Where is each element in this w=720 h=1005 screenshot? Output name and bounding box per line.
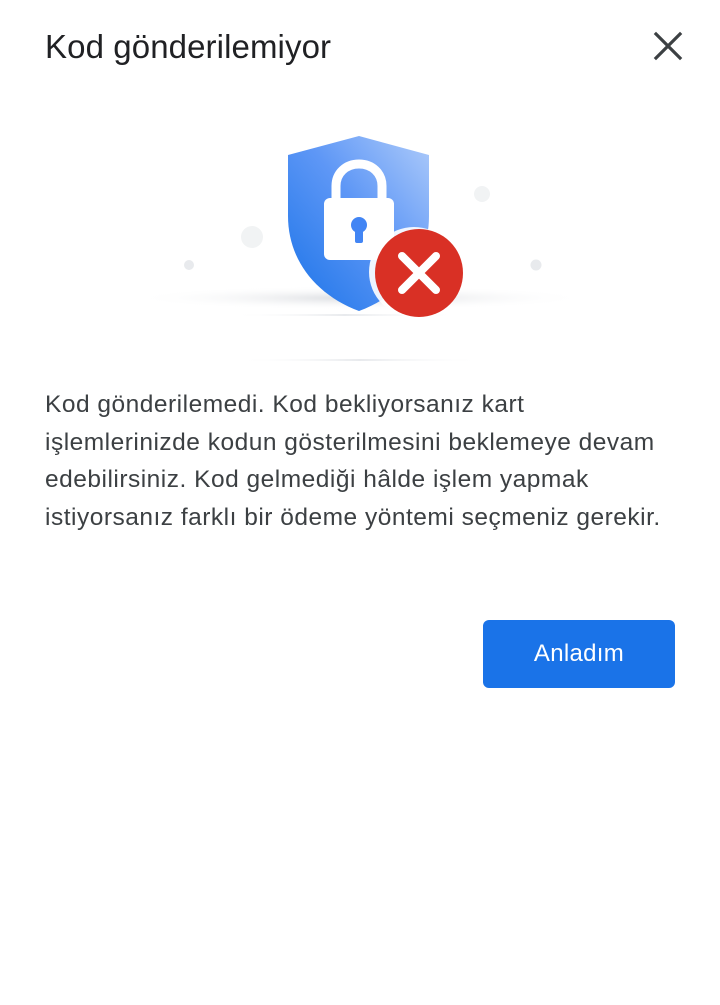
payment-code-dialog: Kod gönderilemiyor Kod gönderilemedi. Ko…: [0, 0, 720, 1005]
close-icon: [653, 31, 683, 61]
dialog-title: Kod gönderilemiyor: [45, 28, 332, 65]
close-button[interactable]: [644, 22, 692, 70]
dialog-message: Kod gönderilemedi. Kod bekliyorsanız kar…: [45, 391, 661, 531]
security-illustration: [120, 120, 600, 370]
confirm-button[interactable]: Anladım: [483, 620, 675, 688]
shield-lock-error-icon: [130, 136, 590, 361]
